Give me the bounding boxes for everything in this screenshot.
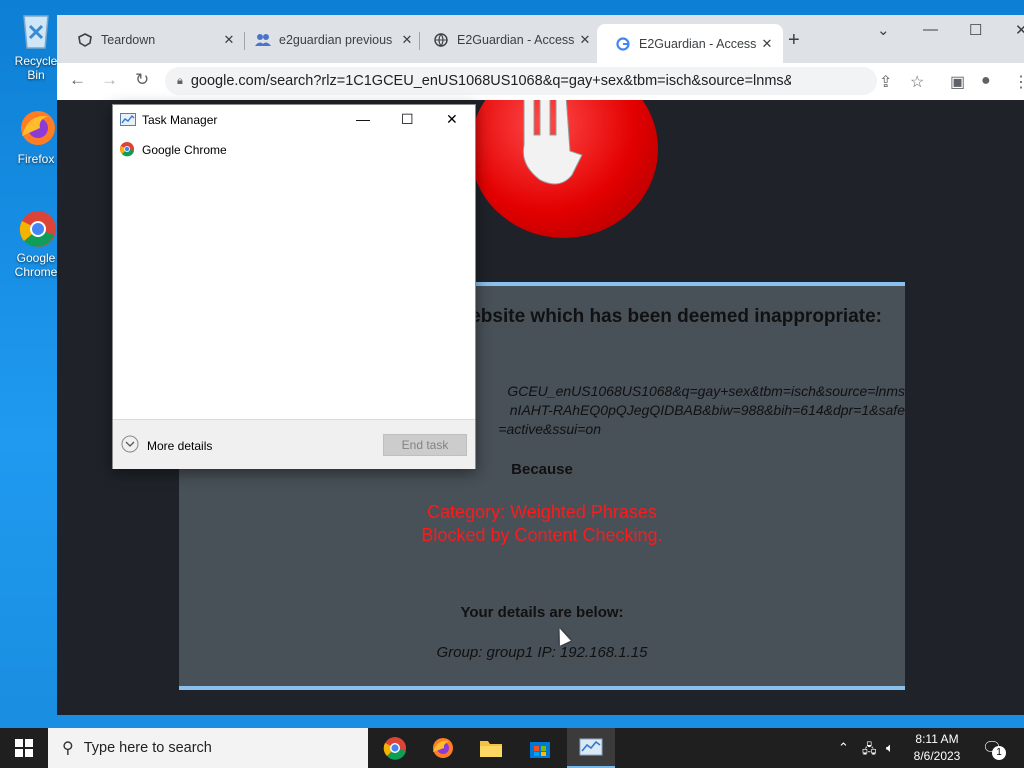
folder-icon [480, 741, 502, 757]
tab-title: E2Guardian - Access [639, 36, 757, 51]
clock-time: 8:11 AM [915, 732, 959, 746]
reload-icon[interactable]: ↻ [135, 70, 149, 90]
toolbar: ← → ↻ 🔒︎ google.com/search?rlz=1C1GCEU_e… [57, 63, 1024, 101]
share-icon[interactable]: ⇪ [879, 72, 892, 92]
chevron-up-icon[interactable]: ⌃ [838, 740, 849, 756]
close-icon[interactable]: ✕ [577, 32, 593, 48]
chrome-icon [383, 737, 406, 760]
group-ip-line: Group: group1 IP: 192.168.1.15 [436, 644, 648, 661]
menu-kebab-icon[interactable]: ⋮ [1013, 72, 1024, 92]
volume-icon[interactable]: 🔈︎ [886, 740, 894, 756]
hand-symbol-icon [522, 100, 583, 185]
chevron-down-icon [121, 435, 139, 456]
globe-icon [433, 32, 449, 48]
clock[interactable]: 8:11 AM 8/6/2023 [902, 731, 972, 765]
tab-teardown[interactable]: Teardown ✕ [59, 24, 245, 55]
tab-e2guardian-previous[interactable]: e2guardian previous ✕ [237, 24, 423, 55]
process-row[interactable]: Google Chrome [119, 141, 227, 159]
details-heading: Your details are below: [460, 604, 624, 621]
people-icon [255, 32, 271, 48]
taskbar-store[interactable] [516, 728, 564, 768]
tab-search-chevron-icon[interactable]: ⌄ [877, 21, 890, 39]
windows-logo-icon [15, 739, 33, 757]
task-manager-icon [120, 113, 136, 130]
close-icon[interactable]: ✕ [446, 111, 458, 128]
maximize-icon[interactable]: ☐ [401, 111, 414, 128]
notification-count-badge: 1 [992, 746, 1006, 760]
search-icon: ⚲ [62, 740, 74, 757]
tab-title: E2Guardian - Access [457, 32, 575, 47]
address-bar[interactable]: 🔒︎ google.com/search?rlz=1C1GCEU_enUS106… [165, 67, 877, 95]
close-icon[interactable]: ✕ [759, 36, 775, 52]
tab-title: Teardown [101, 32, 156, 47]
firefox-icon [14, 106, 58, 150]
tab-title: e2guardian previous [279, 32, 393, 47]
tab-strip: Teardown ✕ e2guardian previous ✕ E2Guard… [57, 15, 1024, 63]
shield-icon [77, 32, 93, 48]
close-icon[interactable]: ✕ [221, 32, 237, 48]
chrome-icon [14, 205, 58, 249]
category-text: Category: Weighted Phrases [427, 502, 657, 522]
recycle-bin-icon [14, 8, 58, 52]
network-icon[interactable]: 🖧︎ [862, 740, 877, 762]
new-tab-plus-icon[interactable]: + [788, 29, 800, 52]
task-manager-title: Task Manager [142, 113, 218, 127]
side-panel-icon[interactable]: ▣ [950, 72, 965, 92]
taskbar: ⚲ Type here to search ⌃ 🖧︎ 🔈︎ 8:11 AM 8/… [0, 728, 1024, 768]
start-button[interactable] [0, 728, 48, 768]
process-name: Google Chrome [142, 143, 227, 157]
google-icon [615, 36, 631, 52]
task-manager-window: Task Manager — ☐ ✕ Google Chrome More de… [112, 104, 476, 469]
taskbar-chrome[interactable] [371, 728, 419, 768]
minimize-icon[interactable]: — [923, 21, 938, 38]
close-window-icon[interactable]: ✕ [1015, 21, 1024, 39]
address-url[interactable]: google.com/search?rlz=1C1GCEU_enUS1068US… [191, 73, 791, 89]
firefox-icon [433, 738, 453, 758]
tab-e2guardian-access-active[interactable]: E2Guardian - Access ✕ [597, 24, 783, 63]
store-icon [530, 742, 550, 758]
chrome-icon [119, 141, 135, 160]
taskbar-file-explorer[interactable] [467, 728, 515, 768]
tab-e2guardian-access[interactable]: E2Guardian - Access ✕ [415, 24, 601, 55]
task-manager-icon [579, 738, 603, 756]
taskbar-task-manager[interactable] [567, 728, 615, 768]
task-manager-footer: More details End task [113, 419, 475, 469]
block-reason: Category: Weighted Phrases Blocked by Co… [179, 501, 905, 547]
close-icon[interactable]: ✕ [399, 32, 415, 48]
reason-text: Blocked by Content Checking. [421, 525, 663, 545]
maximize-icon[interactable]: ☐ [969, 21, 982, 39]
taskbar-search-box[interactable]: ⚲ Type here to search [48, 728, 368, 768]
clock-date: 8/6/2023 [913, 749, 961, 763]
search-placeholder: Type here to search [83, 740, 212, 756]
bookmark-star-icon[interactable]: ☆ [910, 72, 924, 92]
lock-icon: 🔒︎ [177, 74, 183, 87]
profile-avatar-icon[interactable]: ● [981, 72, 991, 90]
forward-arrow-icon[interactable]: → [101, 70, 118, 90]
end-task-button[interactable]: End task [383, 434, 467, 456]
task-manager-titlebar[interactable]: Task Manager — ☐ ✕ [113, 105, 475, 135]
minimize-icon[interactable]: — [356, 111, 370, 127]
more-details-label: More details [147, 438, 213, 453]
more-details-button[interactable]: More details [121, 435, 212, 456]
taskbar-firefox[interactable] [419, 728, 467, 768]
back-arrow-icon[interactable]: ← [69, 70, 86, 90]
